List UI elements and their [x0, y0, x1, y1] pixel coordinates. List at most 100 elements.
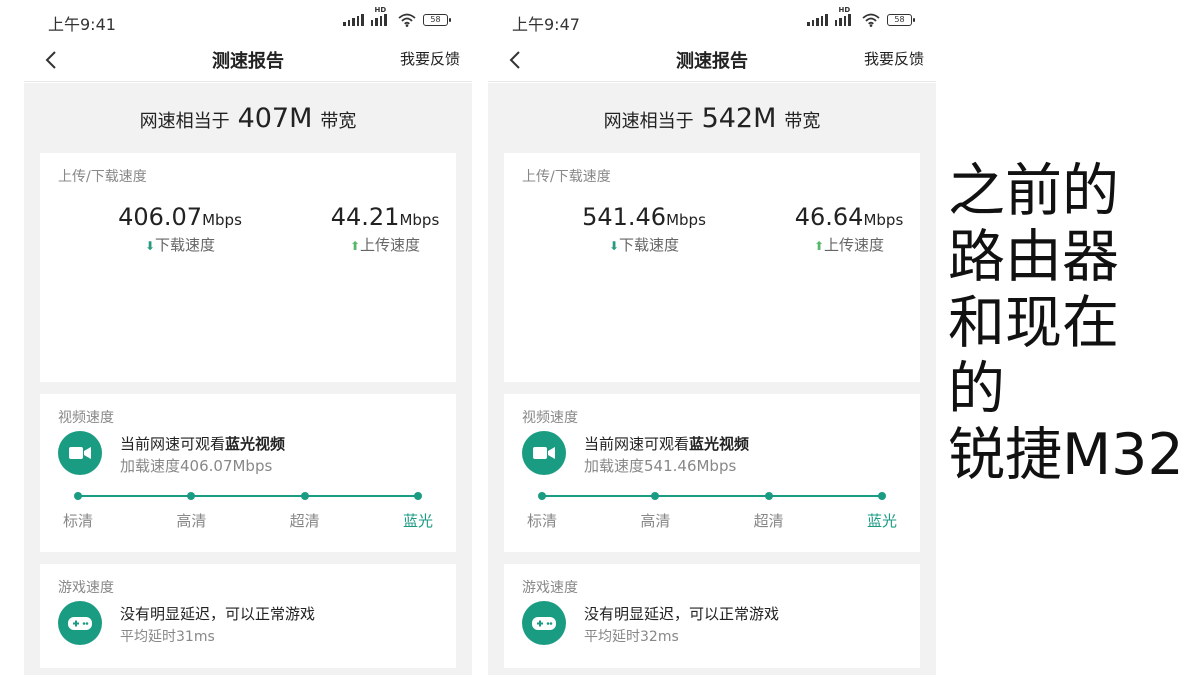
quality-level-label: 蓝光 [402, 512, 433, 530]
game-latency: 平均延时32ms [584, 629, 679, 645]
nav-bar: 测速报告 我要反馈 [24, 40, 472, 82]
hd-signal-icon: HD [834, 6, 856, 26]
summary-prefix: 网速相当于 [139, 111, 230, 132]
quality-level-dot [878, 492, 886, 500]
speed-card: 上传/下载速度 541.46Mbps ⬇下载速度 46.64Mbps ⬆上传速度 [504, 153, 920, 382]
video-quality-prefix: 当前网速可观看 [120, 435, 226, 453]
game-status-text: 没有明显延迟，可以正常游戏 [120, 605, 316, 623]
caption-line: 和现在 [948, 290, 1119, 356]
game-card-label: 游戏速度 [58, 580, 114, 596]
battery-icon: 58 [887, 14, 915, 26]
video-card-label: 视频速度 [522, 410, 578, 426]
upload-unit: Mbps [399, 211, 440, 229]
quality-level-dot [300, 492, 309, 500]
video-card: 视频速度 当前网速可观看蓝光视频 加载速度406.07Mbps 标清 高清 超清 蓝光 [40, 394, 456, 552]
quality-level-label: 标清 [62, 512, 93, 530]
feedback-button[interactable]: 我要反馈 [864, 48, 924, 69]
game-card: 游戏速度 没有明显延迟，可以正常游戏 平均延时32ms [504, 564, 920, 668]
quality-level-dot [651, 492, 660, 500]
video-card: 视频速度 当前网速可观看蓝光视频 加载速度541.46Mbps 标清 高清 超清 蓝光 [504, 394, 920, 552]
phone-screenshot: 上午9:41 HD 58 测速报告 我要反馈网速相当于 407M 带宽上传/下载速度 406.… [24, 0, 472, 675]
upload-label: 上传速度 [824, 236, 885, 254]
caption: 之前的 路由器 和现在 的 锐捷M32 [948, 158, 1188, 488]
upload-value: 44.21 [330, 203, 400, 231]
upload-value: 46.64 [794, 203, 864, 231]
status-bar: 上午9:47 HD 58 [488, 0, 936, 40]
video-load-speed: 加载速度406.07Mbps [120, 457, 273, 475]
bandwidth-summary: 网速相当于 542M 带宽 [488, 83, 936, 153]
upload-label: 上传速度 [360, 236, 421, 254]
upload-speed: 46.64Mbps ⬆上传速度 [759, 203, 936, 255]
summary-suffix: 带宽 [784, 111, 821, 132]
signal-icon [343, 14, 364, 26]
summary-prefix: 网速相当于 [603, 111, 694, 132]
quality-level-dot [414, 492, 422, 500]
speed-card: 上传/下载速度 406.07Mbps ⬇下载速度 44.21Mbps ⬆上传速度 [40, 153, 456, 382]
bandwidth-value: 542M [701, 103, 777, 134]
arrow-down-icon: ⬇ [144, 239, 156, 253]
video-card-label: 视频速度 [58, 410, 114, 426]
speed-card-label: 上传/下载速度 [58, 169, 147, 185]
quality-level-label: 超清 [753, 512, 784, 530]
upload-unit: Mbps [863, 211, 904, 229]
wifi-icon [398, 13, 416, 27]
game-latency: 平均延时31ms [120, 629, 215, 645]
quality-level-dot [74, 492, 82, 500]
download-unit: Mbps [202, 211, 242, 229]
gamepad-icon [522, 601, 566, 645]
summary-suffix: 带宽 [320, 111, 357, 132]
download-value: 406.07 [118, 203, 203, 231]
report-content: 网速相当于 407M 带宽 上传/下载速度 406.07Mbps ⬇下载速度 44.21Mb… [24, 83, 472, 675]
nav-bar: 测速报告 我要反馈 [488, 40, 936, 82]
gamepad-icon [58, 601, 102, 645]
arrow-down-icon: ⬇ [608, 239, 620, 253]
arrow-up-icon: ⬆ [813, 239, 825, 253]
quality-level-dot [764, 492, 773, 500]
wifi-icon [862, 13, 880, 27]
report-content: 网速相当于 542M 带宽 上传/下载速度 541.46Mbps ⬇下载速度 46.64Mb… [488, 83, 936, 675]
caption-line: 锐捷M32 [948, 422, 1184, 488]
game-card: 游戏速度 没有明显延迟，可以正常游戏 平均延时31ms [40, 564, 456, 668]
video-quality-text: 当前网速可观看蓝光视频 [120, 433, 285, 454]
quality-level-label: 超清 [289, 512, 320, 530]
quality-track [538, 492, 886, 500]
game-card-label: 游戏速度 [522, 580, 578, 596]
status-bar: 上午9:41 HD 58 [24, 0, 472, 40]
game-status-text: 没有明显延迟，可以正常游戏 [584, 605, 780, 623]
download-unit: Mbps [666, 211, 706, 229]
signal-icon [807, 14, 828, 26]
video-quality-level: 蓝光视频 [225, 435, 286, 453]
arrow-up-icon: ⬆ [349, 239, 361, 253]
caption-line: 路由器 [948, 224, 1119, 290]
download-speed: 406.07Mbps ⬇下载速度 [90, 203, 270, 255]
feedback-button[interactable]: 我要反馈 [400, 48, 460, 69]
download-label: 下载速度 [155, 236, 216, 254]
quality-level-label: 高清 [640, 512, 671, 530]
battery-icon: 58 [423, 14, 451, 26]
download-label: 下载速度 [619, 236, 680, 254]
hd-signal-icon: HD [370, 6, 392, 26]
quality-level-label: 高清 [176, 512, 207, 530]
phone-screenshot: 上午9:47 HD 58 测速报告 我要反馈网速相当于 542M 带宽上传/下载速度 541.… [488, 0, 936, 675]
quality-track [74, 492, 422, 500]
caption-line: 的 [948, 356, 1005, 422]
download-speed: 541.46Mbps ⬇下载速度 [554, 203, 734, 255]
quality-level-label: 标清 [526, 512, 557, 530]
bandwidth-summary: 网速相当于 407M 带宽 [24, 83, 472, 153]
status-time: 上午9:41 [48, 15, 116, 34]
status-time: 上午9:47 [512, 15, 580, 34]
quality-level-label: 蓝光 [866, 512, 897, 530]
bandwidth-value: 407M [237, 103, 313, 134]
video-camera-icon [522, 431, 566, 475]
video-camera-icon [58, 431, 102, 475]
speed-card-label: 上传/下载速度 [522, 169, 611, 185]
caption-line: 之前的 [948, 158, 1119, 224]
video-quality-text: 当前网速可观看蓝光视频 [584, 433, 749, 454]
video-load-speed: 加载速度541.46Mbps [584, 457, 737, 475]
download-value: 541.46 [582, 203, 667, 231]
quality-level-dot [187, 492, 196, 500]
video-quality-level: 蓝光视频 [689, 435, 750, 453]
quality-level-dot [538, 492, 546, 500]
upload-speed: 44.21Mbps ⬆上传速度 [295, 203, 472, 255]
video-quality-prefix: 当前网速可观看 [584, 435, 690, 453]
